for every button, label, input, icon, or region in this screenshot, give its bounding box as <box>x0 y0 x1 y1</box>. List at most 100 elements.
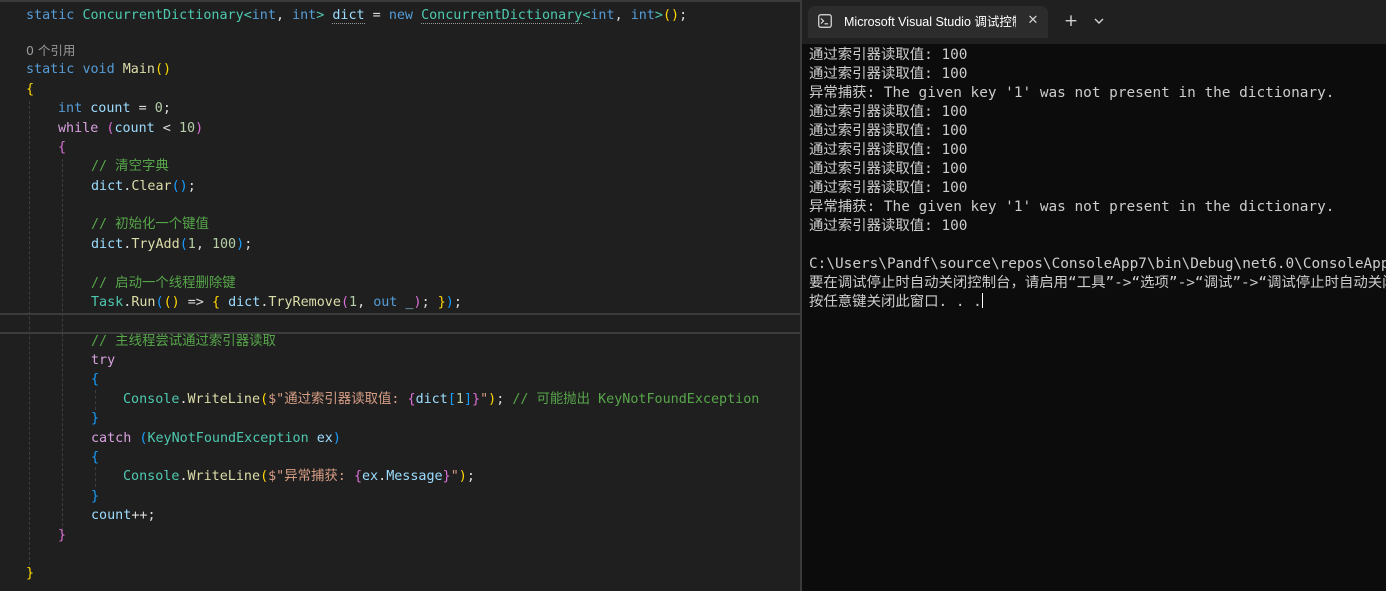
code-line-1[interactable]: static ConcurrentDictionary<int, int> di… <box>26 6 687 25</box>
code-line-11[interactable]: // 启动一个线程删除键 <box>91 274 236 293</box>
type-name: Console <box>123 469 180 484</box>
variable: count <box>114 121 155 136</box>
close-icon[interactable]: ✕ <box>1024 12 1042 30</box>
type-name: KeyNotFoundException <box>147 431 309 446</box>
keyword: try <box>91 353 116 368</box>
terminal-window[interactable]: Microsoft Visual Studio 调试控制台 ✕ + 通过索引器读… <box>802 0 1386 591</box>
keyword: static <box>26 8 75 23</box>
number: 0 <box>154 101 163 116</box>
generic-close: > <box>316 8 325 23</box>
brace: { <box>211 295 220 310</box>
terminal-tab-bar: Microsoft Visual Studio 调试控制台 ✕ + <box>802 0 1386 44</box>
code-line-8[interactable]: dict.Clear(); <box>91 177 196 196</box>
paren: ( <box>131 431 148 446</box>
brace: } <box>91 489 100 504</box>
variable: count <box>90 101 131 116</box>
code-line-18[interactable]: catch (KeyNotFoundException ex) <box>91 429 341 448</box>
keyword: int <box>251 8 276 23</box>
paren: ) <box>458 469 467 484</box>
code-line-6[interactable]: { <box>58 138 66 157</box>
variable: dict <box>415 392 448 407</box>
type-name: Console <box>123 392 180 407</box>
keyword: static <box>26 62 75 77</box>
property-name: Message <box>386 469 443 484</box>
keyword: while <box>58 121 99 136</box>
code-line-24[interactable]: } <box>26 564 34 583</box>
interpolation-brace: { <box>407 392 416 407</box>
punctuation: ; <box>147 508 156 523</box>
variable: dict <box>91 237 124 252</box>
code-line-2[interactable]: static void Main() <box>26 60 171 79</box>
code-line-17[interactable]: } <box>91 409 99 428</box>
code-line-22[interactable]: count++; <box>91 506 156 525</box>
code-line-12[interactable]: Task.Run(() => { dict.TryRemove(1, out _… <box>91 293 462 312</box>
code-line-14[interactable]: try <box>91 351 115 370</box>
code-line-19[interactable]: { <box>91 448 99 467</box>
interpolation-brace: } <box>472 392 481 407</box>
paren: ) <box>488 392 497 407</box>
paren: ( <box>260 392 269 407</box>
punctuation: . <box>378 469 387 484</box>
method-name: TryRemove <box>268 295 341 310</box>
output-line: 异常捕获: The given key '1' was not present … <box>809 85 1335 101</box>
operator: = <box>364 8 389 23</box>
number: 10 <box>178 121 196 136</box>
output-line: 通过索引器读取值: 100 <box>809 180 968 196</box>
terminal-tab[interactable]: Microsoft Visual Studio 调试控制台 ✕ <box>808 6 1048 38</box>
string-literal: " <box>480 392 489 407</box>
output-line: 通过索引器读取值: 100 <box>809 161 968 177</box>
paren: ) <box>445 295 454 310</box>
method-name: Main <box>122 62 155 77</box>
plus-icon[interactable]: + <box>1060 10 1082 32</box>
type-name: Task <box>91 295 124 310</box>
terminal-output[interactable]: 通过索引器读取值: 100 通过索引器读取值: 100 异常捕获: The gi… <box>809 46 1386 312</box>
comment: // 清空字典 <box>91 159 169 174</box>
indent-guide <box>62 159 63 536</box>
method-name: WriteLine <box>187 469 261 484</box>
string-literal: " <box>450 469 459 484</box>
references-codelens[interactable]: 0 个引用 <box>26 41 75 60</box>
method-name: Clear <box>131 179 172 194</box>
punctuation: , <box>195 237 212 252</box>
code-line-16[interactable]: Console.WriteLine($"通过索引器读取值: {dict[1]}"… <box>123 390 759 409</box>
string-literal: $"异常捕获: <box>268 469 354 484</box>
brace: } <box>91 411 100 426</box>
keyword: int <box>630 8 655 23</box>
comment: // 主线程尝试通过索引器读取 <box>91 334 276 349</box>
code-line-4[interactable]: int count = 0; <box>58 99 171 118</box>
code-line-5[interactable]: while (count < 10) <box>58 119 203 138</box>
paren: ( <box>260 469 269 484</box>
keyword: int <box>292 8 317 23</box>
text-cursor <box>981 293 983 308</box>
code-line-21[interactable]: } <box>91 487 99 506</box>
code-line-10[interactable]: dict.TryAdd(1, 100); <box>91 235 252 254</box>
operator: => <box>179 295 212 310</box>
parens: () <box>662 8 680 23</box>
code-line-23[interactable]: } <box>58 526 66 545</box>
output-line: 异常捕获: The given key '1' was not present … <box>809 199 1335 215</box>
code-editor[interactable]: static ConcurrentDictionary<int, int> di… <box>0 0 800 591</box>
punctuation: ; <box>679 8 688 23</box>
variable: ex <box>308 431 333 446</box>
operator: ++ <box>131 508 148 523</box>
code-line-13[interactable]: // 主线程尝试通过索引器读取 <box>91 332 276 351</box>
indent-guide <box>95 467 96 487</box>
punctuation: , <box>357 295 374 310</box>
code-line-20[interactable]: Console.WriteLine($"异常捕获: {ex.Message}")… <box>123 467 475 486</box>
paren: ) <box>413 295 422 310</box>
code-line-9[interactable]: // 初始化一个键值 <box>91 215 209 234</box>
code-line-7[interactable]: // 清空字典 <box>91 157 169 176</box>
tab-title: Microsoft Visual Studio 调试控制台 <box>844 15 1016 29</box>
generic-open: < <box>243 8 252 23</box>
code-line-15[interactable]: { <box>91 370 99 389</box>
punctuation: ; <box>244 237 253 252</box>
punctuation: , <box>275 8 293 23</box>
code-line-3[interactable]: { <box>26 80 34 99</box>
keyword: int <box>58 101 83 116</box>
method-name: TryAdd <box>131 237 180 252</box>
method-name: Run <box>131 295 156 310</box>
output-line: 要在调试停止时自动关闭控制台，请启用“工具”->“选项”->“调试”->“调试停… <box>809 275 1386 291</box>
chevron-down-icon[interactable] <box>1090 12 1108 30</box>
keyword: catch <box>91 431 132 446</box>
